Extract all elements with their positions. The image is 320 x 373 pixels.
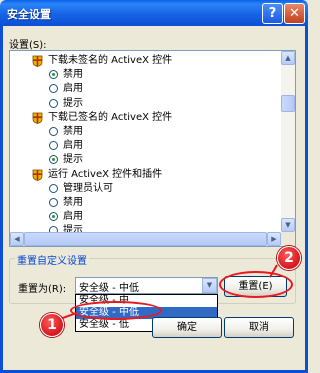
setting-option-label: 启用 bbox=[63, 83, 83, 95]
setting-option-label: 提示 bbox=[63, 154, 83, 166]
scroll-down-icon[interactable]: ▼ bbox=[281, 218, 295, 232]
radio-button[interactable] bbox=[49, 155, 58, 165]
radio-selected-dot bbox=[52, 215, 55, 219]
horizontal-scroll-thumb[interactable] bbox=[24, 232, 267, 246]
radio-button[interactable] bbox=[49, 127, 58, 136]
radio-button[interactable] bbox=[49, 183, 58, 193]
setting-group-label: 运行 ActiveX 控件和插件 bbox=[48, 168, 163, 180]
window-frame-right bbox=[305, 26, 308, 373]
close-button[interactable]: ✕ bbox=[284, 3, 305, 24]
vertical-scroll-thumb[interactable] bbox=[281, 95, 295, 112]
horizontal-scrollbar[interactable]: ◀ ▶ bbox=[10, 232, 281, 246]
scroll-right-icon[interactable]: ▶ bbox=[267, 232, 281, 246]
settings-listbox[interactable]: 下载未签名的 ActiveX 控件 禁用 启用 提示 下载已签名的 ActiveX 控件… bbox=[9, 50, 296, 247]
vertical-scrollbar[interactable]: ▲ ▼ bbox=[281, 51, 295, 232]
radio-selected-dot bbox=[52, 158, 55, 162]
reset-level-combobox[interactable]: 安全级 - 中低 ▼ bbox=[75, 277, 218, 294]
title-bar[interactable]: 安全设置 ? ✕ bbox=[0, 0, 308, 26]
callout-badge-1: 1 bbox=[40, 313, 64, 337]
help-button[interactable]: ? bbox=[262, 3, 283, 24]
reset-to-label: 重置为(R): bbox=[18, 284, 67, 295]
setting-group-label: 下载未签名的 ActiveX 控件 bbox=[48, 55, 173, 66]
setting-option-label: 提示 bbox=[63, 225, 83, 232]
settings-tree[interactable]: 下载未签名的 ActiveX 控件 禁用 启用 提示 下载已签名的 ActiveX 控件… bbox=[10, 51, 281, 232]
radio-button[interactable] bbox=[49, 198, 58, 207]
setting-option-label: 禁用 bbox=[63, 126, 83, 137]
highlight-ellipse-reset bbox=[219, 271, 293, 298]
radio-selected-dot bbox=[52, 73, 55, 77]
window-frame-left bbox=[0, 26, 3, 373]
setting-option-label: 禁用 bbox=[63, 197, 83, 208]
setting-option-label: 提示 bbox=[63, 97, 83, 109]
radio-button[interactable] bbox=[49, 212, 58, 222]
highlight-ellipse-dropdown bbox=[70, 301, 162, 320]
combo-value: 安全级 - 中低 bbox=[79, 283, 139, 294]
setting-option-label: 启用 bbox=[63, 211, 83, 223]
scroll-left-icon[interactable]: ◀ bbox=[10, 232, 24, 246]
callout-badge-2: 2 bbox=[277, 246, 301, 270]
scrollbar-corner bbox=[281, 232, 295, 246]
window-title: 安全设置 bbox=[7, 8, 51, 21]
radio-button[interactable] bbox=[49, 70, 58, 80]
settings-shield-icon bbox=[32, 169, 43, 181]
setting-option-label: 管理员认可 bbox=[63, 182, 113, 194]
settings-shield-icon bbox=[32, 112, 43, 124]
settings-shield-icon bbox=[32, 55, 43, 67]
radio-button[interactable] bbox=[49, 98, 58, 108]
cancel-button[interactable]: 取消 bbox=[224, 317, 294, 338]
reset-group-title: 重置自定义设置 bbox=[15, 252, 89, 267]
radio-button[interactable] bbox=[49, 84, 58, 94]
ok-button[interactable]: 确定 bbox=[152, 317, 222, 338]
scroll-up-icon[interactable]: ▲ bbox=[281, 51, 295, 65]
settings-label: 设置(S): bbox=[9, 40, 47, 51]
chevron-down-icon[interactable]: ▼ bbox=[202, 278, 217, 293]
setting-option-label: 启用 bbox=[63, 140, 83, 152]
setting-group-label: 下载已签名的 ActiveX 控件 bbox=[48, 111, 173, 123]
radio-button[interactable] bbox=[49, 141, 58, 151]
setting-option-label: 禁用 bbox=[63, 69, 83, 81]
